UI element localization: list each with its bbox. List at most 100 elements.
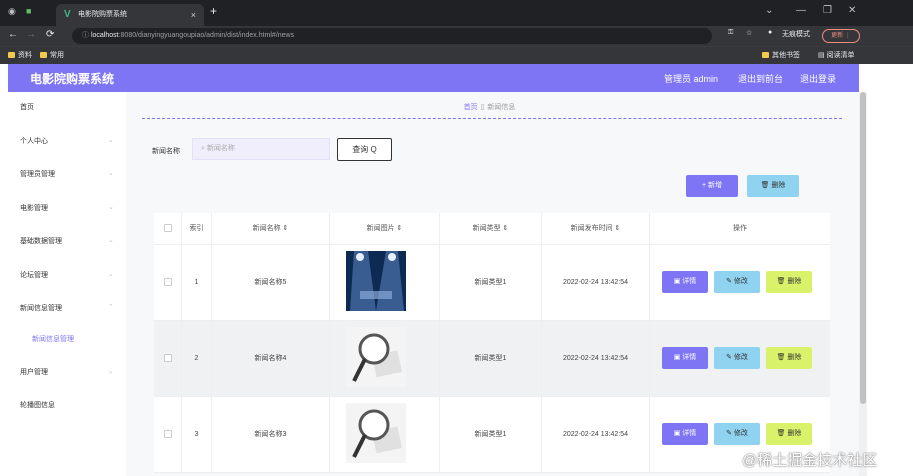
delete-row-button[interactable]: 🗑 删除 [766, 271, 812, 293]
watermark: @稀土掘金技术社区 [742, 452, 878, 469]
sidebar-item-home[interactable]: 首页 [20, 102, 34, 112]
sidebar-item-forum[interactable]: 论坛管理 [20, 270, 48, 280]
select-all-checkbox[interactable] [163, 224, 172, 233]
column-header: 操作 [733, 225, 747, 232]
main-content: 首页 ▯ 新闻信息 新闻名称 ⌕ 新闻名称 查询 Q + 新增 🗑 删除 索引 新闻… [126, 92, 859, 476]
back-to-front-link[interactable]: 退出到前台 [738, 72, 783, 85]
bookmarks-bar: 资料 常用 其他书签 ▤ 阅读清单 [0, 46, 913, 64]
detail-button[interactable]: ▣ 详情 [662, 271, 708, 293]
row-checkbox[interactable] [163, 430, 172, 439]
sidebar-item-carousel[interactable]: 轮播图信息 [20, 400, 55, 410]
sidebar-item-admins[interactable]: 管理员管理 [20, 169, 55, 179]
forward-icon[interactable]: → [26, 29, 36, 40]
news-magnifier-image[interactable] [346, 403, 406, 463]
detail-button[interactable]: ▣ 详情 [662, 423, 708, 445]
update-button[interactable]: 更新 ⋮ [822, 29, 860, 43]
sidebar-subitem-news[interactable]: 新闻信息管理 [32, 334, 74, 344]
operation-cell: ▣ 详情 ✎ 修改 🗑 删除 [650, 321, 830, 397]
sidebar-item-label: 管理员管理 [20, 171, 55, 178]
window-close-icon[interactable]: ✕ [848, 5, 856, 16]
sidebar-item-base-data[interactable]: 基础数据管理 [20, 236, 62, 246]
star-icon[interactable]: ☆ [746, 29, 752, 37]
edit-button[interactable]: ✎ 修改 [714, 347, 760, 369]
row-checkbox[interactable] [163, 354, 172, 363]
browser-tab[interactable]: V 电影院购票系统 × [56, 4, 204, 26]
sidebar-item-profile[interactable]: 个人中心 [20, 136, 48, 146]
column-header[interactable]: 新闻类型 ⇕ [440, 213, 542, 245]
sidebar-item-label: 个人中心 [20, 138, 48, 145]
edit-label: 修改 [733, 278, 748, 285]
operation-cell: ▣ 详情 ✎ 修改 🗑 删除 [650, 245, 830, 321]
reading-list-icon: ▤ [818, 52, 827, 59]
close-icon[interactable]: × [191, 4, 196, 26]
extension-icon[interactable]: ■ [26, 6, 31, 16]
edit-button[interactable]: ✎ 修改 [714, 271, 760, 293]
browser-tabstrip: ◉ ■ V 电影院购票系统 × + ⌄ — ❐ ✕ [0, 0, 913, 26]
edit-icon: ✎ [726, 430, 734, 437]
sidebar-item-label: 轮播图信息 [20, 402, 55, 409]
detail-icon: ▣ [673, 354, 683, 361]
sidebar-item-label: 论坛管理 [20, 272, 48, 279]
logout-link[interactable]: 退出登录 [800, 72, 836, 85]
scrollbar-thumb[interactable] [860, 92, 866, 404]
column-header[interactable]: 新闻图片 ⇕ [330, 213, 440, 245]
edit-label: 修改 [733, 430, 748, 437]
sidebar-item-label: 基础数据管理 [20, 238, 62, 245]
trash-icon: 🗑 [776, 278, 788, 285]
address-bar[interactable]: ⓘ localhost:8080/dianyingyuangoupiao/adm… [72, 28, 712, 44]
tab-search-icon[interactable]: ⌄ [765, 5, 773, 16]
minimize-icon[interactable]: — [796, 5, 806, 16]
sidebar-item-news[interactable]: 新闻信息管理 [20, 303, 62, 313]
delete-label: 删除 [787, 278, 802, 285]
delete-row-button[interactable]: 🗑 删除 [766, 347, 812, 369]
column-header[interactable]: 新闻名称 ⇕ [212, 213, 330, 245]
page-scrollbar[interactable] [859, 92, 867, 476]
address-path: :8080/dianyingyuangoupiao/admin/dist/ind… [118, 32, 295, 39]
edit-button[interactable]: ✎ 修改 [714, 423, 760, 445]
delete-button[interactable]: 🗑 删除 [747, 175, 799, 197]
search-input[interactable]: ⌕ 新闻名称 [192, 138, 330, 160]
row-checkbox-cell[interactable] [154, 397, 182, 473]
back-icon[interactable]: ← [8, 29, 18, 40]
header-checkbox-cell[interactable] [154, 213, 182, 245]
new-tab-icon[interactable]: + [210, 4, 217, 18]
reload-icon[interactable]: ⟳ [46, 29, 54, 40]
incognito-label: 无痕模式 [782, 31, 810, 38]
stage-image[interactable] [346, 251, 406, 311]
add-button[interactable]: + 新增 [686, 175, 738, 197]
tab-title: 电影院购票系统 [78, 11, 127, 18]
delete-label: 删除 [787, 354, 802, 361]
chevron-down-icon: ⌄ [108, 271, 114, 278]
key-icon[interactable]: ⚿ [728, 29, 733, 37]
breadcrumb: 首页 ▯ 新闻信息 [126, 102, 853, 112]
dashed-divider [142, 118, 842, 119]
sidebar-item-movies[interactable]: 电影管理 [20, 203, 48, 213]
breadcrumb-separator-icon: ▯ [480, 104, 485, 111]
row-checkbox-cell[interactable] [154, 321, 182, 397]
bookmark-label: 资料 [18, 52, 32, 59]
detail-label: 详情 [682, 354, 697, 361]
detail-button[interactable]: ▣ 详情 [662, 347, 708, 369]
trash-icon: 🗑 [760, 182, 772, 189]
address-host: localhost [90, 32, 119, 39]
column-header[interactable]: 新闻发布时间 ⇕ [542, 213, 650, 245]
type-cell: 新闻类型1 [440, 245, 542, 321]
search-button[interactable]: 查询 Q [337, 138, 392, 161]
reading-list[interactable]: ▤ 阅读清单 [818, 50, 855, 60]
sidebar: 首页 个人中心 ⌄ 管理员管理 ⌄ 电影管理 ⌄ 基础数据管理 ⌄ 论坛管理 ⌄… [8, 92, 126, 476]
bookmark-folder[interactable]: 资料 [8, 50, 32, 60]
table-row: 1 新闻名称5 新闻类型1 2022-02-24 13:42:54 ▣ 详情 ✎… [154, 245, 830, 321]
folder-icon [8, 52, 15, 58]
breadcrumb-home[interactable]: 首页 [464, 104, 478, 111]
app-title: 电影院购票系统 [30, 72, 115, 86]
bookmark-folder[interactable]: 常用 [40, 50, 64, 60]
news-magnifier-image[interactable] [346, 327, 406, 387]
github-icon[interactable]: ◉ [8, 6, 16, 17]
row-checkbox[interactable] [163, 278, 172, 287]
sidebar-item-users[interactable]: 用户管理 [20, 367, 48, 377]
delete-row-button[interactable]: 🗑 删除 [766, 423, 812, 445]
restore-icon[interactable]: ❐ [823, 5, 832, 16]
row-checkbox-cell[interactable] [154, 245, 182, 321]
other-bookmarks[interactable]: 其他书签 [762, 50, 800, 60]
chevron-down-icon: ⌄ [108, 137, 114, 144]
